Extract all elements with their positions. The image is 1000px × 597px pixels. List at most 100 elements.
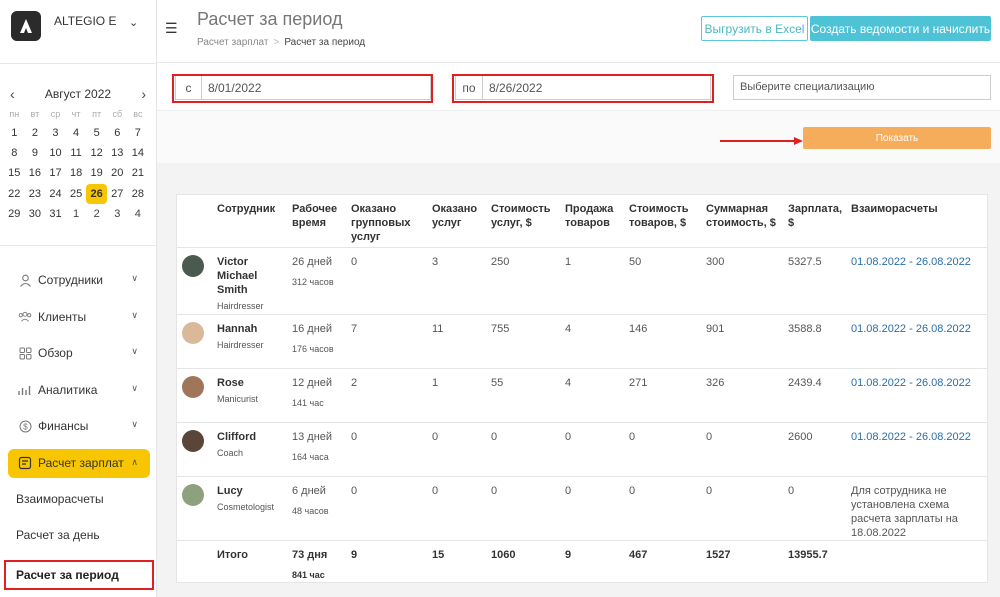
calendar-day[interactable]: 14: [128, 143, 149, 163]
nav-item-payroll[interactable]: Расчет зарплат ∧: [8, 448, 150, 478]
create-statements-button[interactable]: Создать ведомости и начислить: [810, 16, 991, 41]
chevron-down-icon[interactable]: ∨: [131, 346, 138, 357]
table-row[interactable]: Clifford Coach 13 дней 164 часа 0 0 0 0 0 0 2600 01…: [177, 422, 987, 477]
nav-item-clients[interactable]: Клиенты ∨: [8, 299, 150, 336]
calendar-day[interactable]: 29: [4, 204, 25, 224]
calendar-day-selected[interactable]: 26: [86, 183, 107, 204]
calendar-day[interactable]: 31: [45, 204, 66, 224]
chevron-down-icon[interactable]: ∨: [131, 419, 138, 430]
calendar-day[interactable]: 20: [107, 163, 128, 183]
menu-icon[interactable]: ☰: [165, 20, 178, 37]
calendar-day[interactable]: 2: [25, 123, 46, 143]
total-salary: 13955.7: [788, 548, 828, 561]
calendar-day[interactable]: 30: [25, 204, 46, 224]
calendar-day[interactable]: 4: [128, 204, 149, 224]
calendar-day[interactable]: 15: [4, 163, 25, 183]
nav-item-analytics[interactable]: Аналитика ∨: [8, 372, 150, 409]
nav-item-label: Расчет зарплат: [38, 456, 124, 470]
subnav-item-current[interactable]: Расчет за период: [4, 559, 154, 590]
settlement-link[interactable]: 01.08.2022 - 26.08.2022: [851, 431, 971, 443]
calendar-day[interactable]: 17: [45, 163, 66, 183]
calendar-day[interactable]: 16: [25, 163, 46, 183]
calendar-day[interactable]: 3: [45, 123, 66, 143]
chevron-down-icon[interactable]: ∨: [131, 383, 138, 394]
altegio-logo: [11, 11, 41, 41]
avatar-header: [177, 195, 217, 248]
employee-name[interactable]: Hannah: [217, 322, 286, 336]
settlement-link[interactable]: 01.08.2022 - 26.08.2022: [851, 323, 971, 335]
employee-name[interactable]: Victor Michael Smith: [217, 255, 286, 297]
work-time-cell: 16 дней 176 часов: [292, 314, 351, 369]
nav-item-finance[interactable]: $ Финансы ∨: [8, 408, 150, 445]
calendar-day[interactable]: 21: [128, 163, 149, 183]
nav-item-label: Обзор: [38, 346, 73, 361]
calendar-day[interactable]: 13: [107, 143, 128, 163]
work-hours: 164 часа: [292, 451, 329, 462]
chevron-down-icon[interactable]: ∨: [131, 310, 138, 321]
calendar-day[interactable]: 2: [86, 204, 107, 224]
weekday-label: пт: [92, 109, 102, 119]
chevron-down-icon[interactable]: ⌄: [129, 16, 138, 29]
calendar-day[interactable]: 4: [66, 123, 87, 143]
calendar-day[interactable]: 18: [66, 163, 87, 183]
settlement-link[interactable]: 01.08.2022 - 26.08.2022: [851, 377, 971, 389]
table-row[interactable]: Rose Manicurist 12 дней 141 час 2 1 55 4 271 326 2…: [177, 368, 987, 423]
next-month-icon[interactable]: ›: [141, 86, 146, 102]
calendar-day[interactable]: 1: [4, 123, 25, 143]
subnav-item[interactable]: Расчет за день: [8, 517, 150, 554]
calendar-day[interactable]: 3: [107, 204, 128, 224]
goods-cell: 0: [565, 476, 629, 541]
table-row[interactable]: Lucy Cosmetologist 6 дней 48 часов 0 0 0 0 0 0 0 Дл…: [177, 476, 987, 541]
export-excel-button[interactable]: Выгрузить в Excel: [701, 16, 808, 41]
calendar-day[interactable]: 1: [66, 204, 87, 224]
calendar-day[interactable]: 19: [86, 163, 107, 183]
employee-name[interactable]: Rose: [217, 376, 286, 390]
calendar-day[interactable]: 8: [4, 143, 25, 163]
table-row[interactable]: Hannah Hairdresser 16 дней 176 часов 7 11 755 4…: [177, 314, 987, 369]
table-body: Victor Michael Smith Hairdresser 26 дней 31…: [177, 247, 987, 594]
employee-name[interactable]: Lucy: [217, 484, 286, 498]
chevron-up-icon[interactable]: ∧: [131, 457, 138, 468]
settlement-cell: Для сотрудника не установлена схема расч…: [851, 476, 987, 541]
calendar-day[interactable]: 27: [107, 184, 128, 204]
nav-item-label: Аналитика: [38, 382, 98, 397]
calendar-day[interactable]: 22: [4, 184, 25, 204]
calendar-day[interactable]: 10: [45, 143, 66, 163]
services-cost-cell: 55: [491, 368, 565, 423]
calendar-day[interactable]: 9: [25, 143, 46, 163]
calendar-day[interactable]: 12: [86, 143, 107, 163]
calendar-day[interactable]: 25: [66, 184, 87, 204]
salary-table: Сотрудник Рабочее время Оказано групповы…: [177, 195, 987, 594]
company-name: ALTEGIO E: [54, 14, 117, 28]
specialization-select[interactable]: Выберите специализацию: [733, 75, 991, 100]
prev-month-icon[interactable]: ‹: [10, 86, 15, 102]
calendar-day[interactable]: 5: [86, 123, 107, 143]
nav-item-user[interactable]: Сотрудники ∨: [8, 262, 150, 299]
settlement-link[interactable]: 01.08.2022 - 26.08.2022: [851, 256, 971, 268]
salary-table-card: Сотрудник Рабочее время Оказано групповы…: [176, 194, 988, 583]
employee-position: Hairdresser: [217, 339, 264, 350]
calendar-day[interactable]: 6: [107, 123, 128, 143]
chevron-down-icon[interactable]: ∨: [131, 273, 138, 284]
total-row: Итого 73 дня 841 час 9 15 1060 9 467 1527 13955.7: [177, 540, 987, 594]
work-time-cell: 73 дня 841 час: [292, 540, 351, 594]
employee-name[interactable]: Clifford: [217, 430, 286, 444]
table-row[interactable]: Victor Michael Smith Hairdresser 26 дней 31…: [177, 247, 987, 315]
user-icon: [18, 273, 32, 287]
calendar-day[interactable]: 28: [128, 184, 149, 204]
payroll-icon: [18, 456, 32, 470]
nav-item-overview[interactable]: Обзор ∨: [8, 335, 150, 372]
calendar-grid: пн вт ср чт пт сб вс 1 2 3 4 5 6 7 8 9 10 11 12 13 14 15 16 17 1…: [4, 106, 152, 224]
finance-icon: $: [18, 419, 32, 433]
brand[interactable]: ALTEGIO E: [11, 11, 116, 41]
work-days: 6 дней: [292, 484, 326, 497]
divider: [0, 245, 156, 246]
breadcrumb-link[interactable]: Расчет зарплат: [197, 37, 268, 48]
calendar-day[interactable]: 7: [128, 123, 149, 143]
calendar-day[interactable]: 24: [45, 184, 66, 204]
subnav-item[interactable]: Взаиморасчеты: [8, 481, 150, 518]
calendar-day[interactable]: 11: [66, 143, 87, 163]
col-header: Стоимость товаров, $: [629, 195, 706, 248]
calendar-day[interactable]: 23: [25, 184, 46, 204]
show-button[interactable]: Показать: [803, 127, 991, 149]
